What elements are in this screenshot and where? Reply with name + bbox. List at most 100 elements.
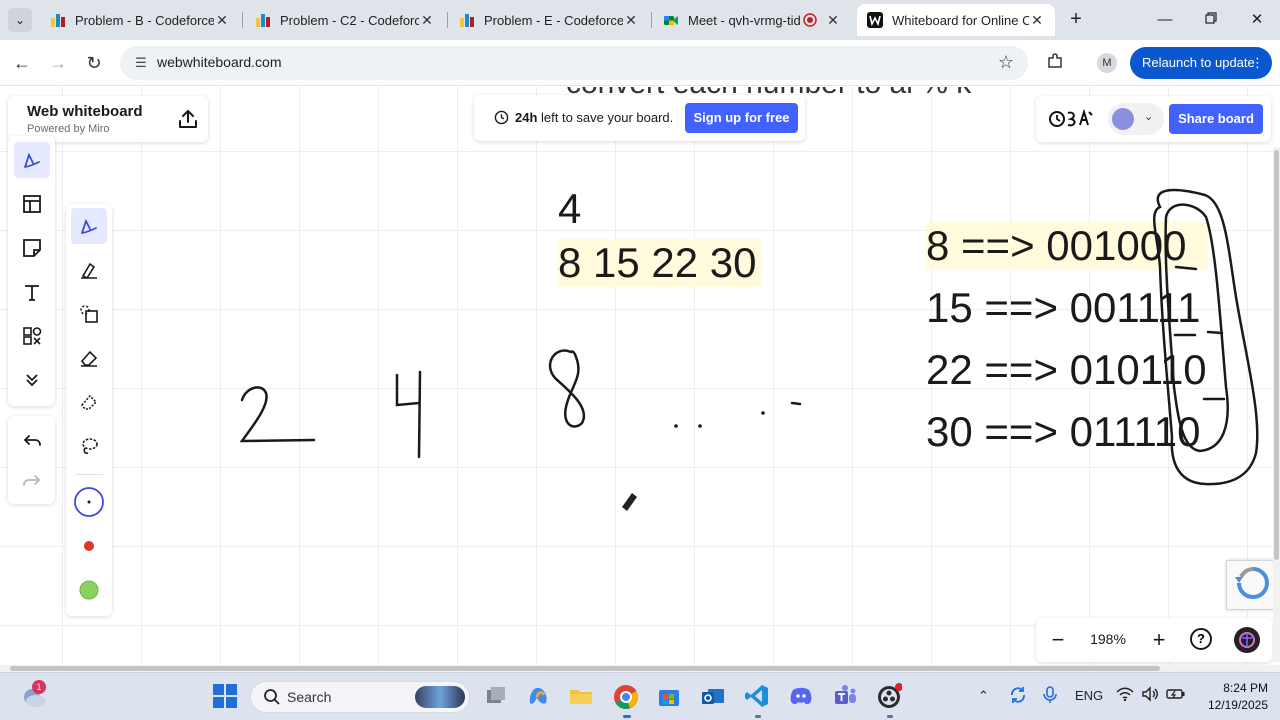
- smart-drawing-button[interactable]: [71, 296, 107, 332]
- start-button[interactable]: [212, 683, 240, 711]
- chrome-button[interactable]: [612, 683, 640, 711]
- tab-problem-b[interactable]: Problem - B - Codeforces ✕: [40, 4, 240, 36]
- templates-button[interactable]: [14, 186, 50, 222]
- teams-button[interactable]: [832, 683, 860, 711]
- eraser-button[interactable]: [71, 340, 107, 376]
- redo-button[interactable]: [14, 462, 50, 498]
- site-info-icon[interactable]: ☰: [132, 54, 150, 72]
- discord-button[interactable]: [788, 683, 816, 711]
- miro-reactions-icon: [1049, 108, 1093, 127]
- undo-button[interactable]: [14, 422, 50, 458]
- whiteboard-canvas[interactable]: convert each number to ai % k 4 8 15 22 …: [0, 87, 1280, 672]
- color-red-button[interactable]: [71, 528, 107, 564]
- address-bar-row: ← → ↻ ☰ webwhiteboard.com ☆ M Relaunch t…: [0, 40, 1280, 86]
- handwritten-dot: [674, 424, 678, 428]
- tab-problem-c2[interactable]: Problem - C2 - Codeforces ✕: [245, 4, 445, 36]
- tab-search-button[interactable]: ⌄: [8, 8, 32, 32]
- relaunch-label: Relaunch to update: [1142, 55, 1255, 70]
- more-tools-button[interactable]: [14, 362, 50, 398]
- close-tab-icon[interactable]: ✕: [825, 12, 841, 29]
- system-clock[interactable]: 8:24 PM 12/19/2025: [1198, 680, 1268, 714]
- url-text[interactable]: webwhiteboard.com: [157, 54, 282, 70]
- task-view-button[interactable]: [483, 683, 511, 711]
- object-eraser-button[interactable]: [71, 384, 107, 420]
- minimize-button[interactable]: —: [1150, 8, 1180, 32]
- clock-time: 8:24 PM: [1223, 681, 1268, 695]
- chevron-down-icon: ⌄: [1144, 111, 1154, 123]
- close-tab-icon[interactable]: ✕: [623, 12, 639, 29]
- copilot-button[interactable]: [525, 683, 553, 711]
- language-indicator[interactable]: ENG: [1075, 688, 1103, 703]
- folder-icon: [570, 690, 592, 704]
- close-window-button[interactable]: ✕: [1242, 8, 1272, 32]
- wifi-icon[interactable]: [1116, 686, 1134, 705]
- tab-title: Problem - E - Codeforces: [484, 12, 623, 28]
- tab-google-meet[interactable]: Meet - qvh-vrmg-tid ✕: [653, 4, 851, 36]
- recaptcha-badge[interactable]: [1226, 560, 1280, 610]
- export-icon[interactable]: [176, 107, 200, 131]
- save-message: 24h left to save your board.: [515, 110, 673, 125]
- taskbar-search[interactable]: Search: [250, 681, 470, 713]
- forward-button[interactable]: →: [46, 51, 70, 75]
- layout-icon: [23, 195, 41, 213]
- text-tool-button[interactable]: [14, 274, 50, 310]
- tab-separator: [651, 12, 652, 28]
- highlighter-button[interactable]: [71, 252, 107, 288]
- tab-problem-e[interactable]: Problem - E - Codeforces ✕: [449, 4, 649, 36]
- close-tab-icon[interactable]: ✕: [214, 12, 230, 29]
- more-menu-icon[interactable]: ⋮: [1251, 47, 1264, 79]
- user-menu[interactable]: ⌄: [1108, 103, 1164, 135]
- discord-icon: [790, 687, 812, 705]
- avatar: [1112, 108, 1134, 130]
- volume-icon[interactable]: [1141, 686, 1159, 705]
- microphone-icon[interactable]: [1042, 685, 1058, 708]
- back-button[interactable]: ←: [10, 51, 34, 75]
- help-icon[interactable]: ?: [1190, 628, 1212, 650]
- zoom-in-button[interactable]: +: [1145, 626, 1173, 654]
- tab-webwhiteboard[interactable]: Whiteboard for Online Collaboration ✕: [857, 4, 1055, 36]
- store-button[interactable]: [656, 683, 684, 711]
- scrollbar-thumb[interactable]: [1274, 150, 1279, 560]
- bookmark-star-icon[interactable]: ☆: [998, 52, 1014, 73]
- relaunch-button[interactable]: Relaunch to update ⋮: [1130, 47, 1272, 79]
- vertical-scrollbar[interactable]: [1273, 147, 1280, 662]
- tab-title: Problem - B - Codeforces: [75, 12, 214, 28]
- sticky-note-button[interactable]: [14, 230, 50, 266]
- show-hidden-icons-button[interactable]: ⌃: [978, 688, 989, 704]
- zoom-level[interactable]: 198%: [1088, 631, 1128, 647]
- sign-up-button[interactable]: Sign up for free: [685, 103, 798, 133]
- vscode-button[interactable]: [744, 683, 772, 711]
- share-board-button[interactable]: Share board: [1169, 104, 1263, 134]
- refresh-tray-icon: [1011, 687, 1025, 703]
- omnibox[interactable]: ☰ webwhiteboard.com ☆: [120, 46, 1028, 80]
- pen-tool-button[interactable]: [14, 142, 50, 178]
- shape-recognition-icon: [80, 305, 98, 323]
- close-tab-icon[interactable]: ✕: [1029, 12, 1045, 29]
- extensions-icon[interactable]: [1044, 52, 1066, 74]
- file-explorer-button[interactable]: [568, 683, 596, 711]
- reload-button[interactable]: ↻: [82, 51, 106, 75]
- battery-icon[interactable]: [1166, 686, 1186, 705]
- close-tab-icon[interactable]: ✕: [419, 12, 435, 29]
- restore-button[interactable]: [1196, 8, 1226, 32]
- obs-button[interactable]: [876, 683, 904, 711]
- pen-cursor-icon: [622, 493, 637, 511]
- sync-icon[interactable]: [1008, 685, 1028, 708]
- restore-icon: [1205, 12, 1217, 24]
- horizontal-scrollbar[interactable]: [0, 665, 1280, 672]
- new-tab-button[interactable]: +: [1064, 8, 1088, 32]
- scrollbar-thumb[interactable]: [10, 666, 1160, 671]
- pen-option-button[interactable]: [71, 208, 107, 244]
- shapes-button[interactable]: [14, 318, 50, 354]
- color-green-button[interactable]: [71, 572, 107, 608]
- lasso-stroke-inner: [1164, 203, 1229, 453]
- stroke-size-button[interactable]: [71, 484, 107, 520]
- mail-button[interactable]: [700, 683, 728, 711]
- zoom-out-button[interactable]: −: [1044, 626, 1072, 654]
- shapes-icon: [23, 327, 42, 345]
- weather-widget-icon[interactable]: 1: [20, 680, 48, 710]
- lasso-button[interactable]: [71, 428, 107, 464]
- profile-avatar[interactable]: M: [1097, 53, 1117, 73]
- mic-icon: [1043, 686, 1057, 703]
- ai-assistant-icon[interactable]: [1234, 627, 1260, 653]
